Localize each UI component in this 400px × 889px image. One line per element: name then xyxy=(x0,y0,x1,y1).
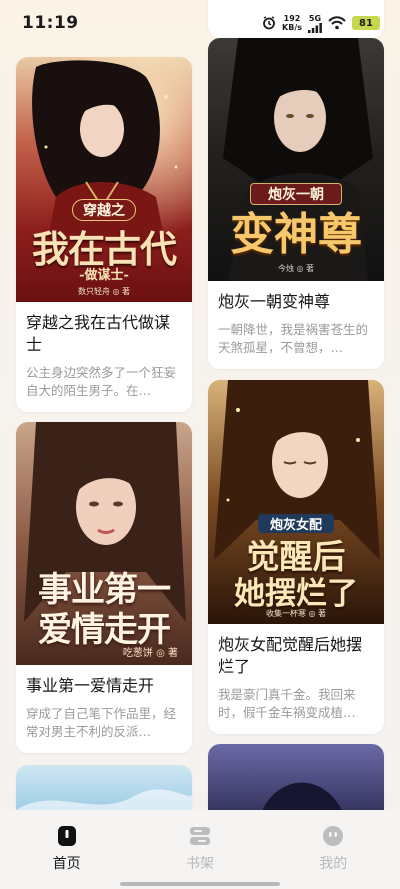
book-title[interactable]: 事业第一爱情走开 xyxy=(26,675,182,697)
book-card[interactable]: 穿越之 我在古代 -做谋士- 数只轻舟 ◎ 著 穿越之我在古代做谋士 公主身边突… xyxy=(16,57,192,412)
cover-author: 今烛 ◎ 著 xyxy=(277,264,315,273)
book-cover[interactable]: 炮灰女配 觉醒后 她摆烂了 收集一杯寒 ◎ 著 xyxy=(208,380,384,624)
book-cover[interactable] xyxy=(208,744,384,810)
bottom-tab-bar: 首页 书架 我的 xyxy=(0,810,400,889)
cover-author: 吃葱饼 ◎ 著 xyxy=(122,648,178,659)
cover-art-image xyxy=(16,765,192,810)
cover-author: 数只轻舟 ◎ 著 xyxy=(77,287,131,296)
home-indicator[interactable] xyxy=(120,882,280,886)
battery-indicator: 81 xyxy=(352,16,380,30)
book-cover[interactable] xyxy=(16,765,192,810)
network-speed-unit: KB/s xyxy=(282,23,302,32)
cover-main-title: 变神尊 xyxy=(230,209,362,260)
tab-home-label: 首页 xyxy=(52,856,81,872)
status-icons: 192 KB/s 5G 81 xyxy=(262,14,380,33)
tab-bookshelf-label: 书架 xyxy=(185,856,214,872)
book-card-partial[interactable] xyxy=(208,744,384,810)
tab-profile[interactable]: 我的 xyxy=(267,824,400,889)
book-cover[interactable]: 炮灰一朝 变神尊 今烛 ◎ 著 xyxy=(208,38,384,281)
cover-sub-title: -做谋士- xyxy=(79,268,129,283)
network-speed-value: 192 xyxy=(283,14,301,23)
book-card[interactable]: 事业第一 爱情走开 吃葱饼 ◎ 著 事业第一爱情走开 穿成了自己笔下作品里，经常… xyxy=(16,422,192,753)
tab-bookshelf[interactable]: 书架 xyxy=(133,824,266,889)
book-title[interactable]: 穿越之我在古代做谋士 xyxy=(26,312,182,356)
alarm-icon xyxy=(263,16,275,30)
book-description: 一朝降世，我是祸害苍生的天煞孤星，不曾想，… xyxy=(218,322,369,355)
book-title[interactable]: 炮灰女配觉醒后她摆烂了 xyxy=(218,634,374,678)
book-icon xyxy=(57,826,76,846)
book-description: 公主身边突然多了一个狂妄自大的陌生男子。在… xyxy=(26,365,177,398)
profile-face-icon xyxy=(323,826,344,846)
network-type-label: 5G xyxy=(308,13,322,23)
book-feed[interactable]: 穿越之 我在古代 -做谋士- 数只轻舟 ◎ 著 穿越之我在古代做谋士 公主身边突… xyxy=(0,0,400,810)
status-bar: 11:19 192 KB/s 5G 81 xyxy=(0,0,400,46)
book-card[interactable]: 炮灰女配 觉醒后 她摆烂了 收集一杯寒 ◎ 著 炮灰女配觉醒后她摆烂了 我是豪门… xyxy=(208,380,384,734)
book-cover[interactable]: 事业第一 爱情走开 吃葱饼 ◎ 著 xyxy=(16,422,192,665)
book-cover[interactable]: 穿越之 我在古代 -做谋士- 数只轻舟 ◎ 著 xyxy=(16,57,192,302)
tab-home[interactable]: 首页 xyxy=(0,824,133,889)
book-description: 我是豪门真千金。我回来时，假千金车祸变成植… xyxy=(218,687,356,720)
tab-profile-label: 我的 xyxy=(319,856,348,872)
book-description: 穿成了自己笔下作品里，经常对男主不利的反派… xyxy=(26,706,177,739)
network-speed: 192 KB/s xyxy=(282,14,302,32)
bookshelf-icon xyxy=(189,827,210,845)
cover-author: 收集一杯寒 ◎ 著 xyxy=(265,609,327,618)
book-card-partial[interactable] xyxy=(16,765,192,810)
signal-bars-icon xyxy=(308,22,322,33)
cover-main-title-line2: 她摆烂了 xyxy=(234,576,358,612)
cover-art-image xyxy=(208,744,384,810)
network-type: 5G xyxy=(308,14,322,33)
status-time: 11:19 xyxy=(22,13,79,33)
wifi-icon xyxy=(328,16,346,30)
book-card[interactable]: 炮灰一朝 变神尊 今烛 ◎ 著 炮灰一朝变神尊 一朝降世，我是祸害苍生的天煞孤星… xyxy=(208,38,384,369)
book-title[interactable]: 炮灰一朝变神尊 xyxy=(218,291,374,313)
cover-small-title: 穿越之 xyxy=(72,199,136,221)
